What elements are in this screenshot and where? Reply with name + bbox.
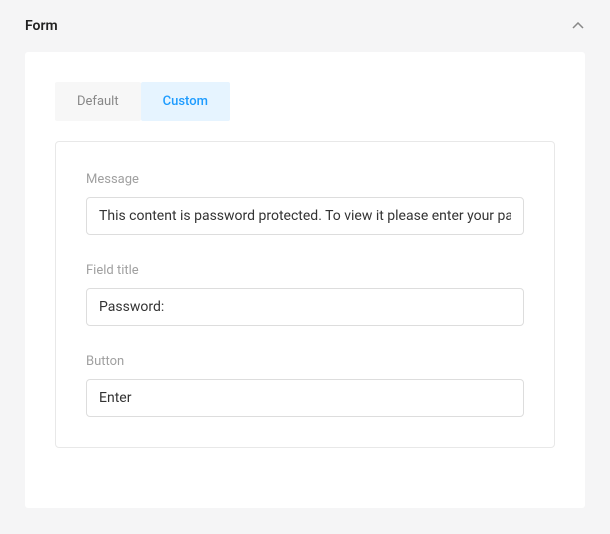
tabs: Default Custom <box>55 82 555 121</box>
tab-custom[interactable]: Custom <box>141 82 230 121</box>
message-label: Message <box>86 172 524 187</box>
panel-header[interactable]: Form <box>0 0 610 52</box>
form-box: Message Field title Button <box>55 141 555 448</box>
panel-title: Form <box>25 18 58 34</box>
message-input[interactable] <box>86 197 524 235</box>
form-group-message: Message <box>86 172 524 235</box>
field-title-label: Field title <box>86 263 524 278</box>
chevron-up-icon <box>571 19 585 33</box>
button-input[interactable] <box>86 379 524 417</box>
button-label: Button <box>86 354 524 369</box>
field-title-input[interactable] <box>86 288 524 326</box>
form-group-button: Button <box>86 354 524 417</box>
form-group-field-title: Field title <box>86 263 524 326</box>
tab-default[interactable]: Default <box>55 82 141 121</box>
settings-card: Default Custom Message Field title Butto… <box>25 52 585 508</box>
